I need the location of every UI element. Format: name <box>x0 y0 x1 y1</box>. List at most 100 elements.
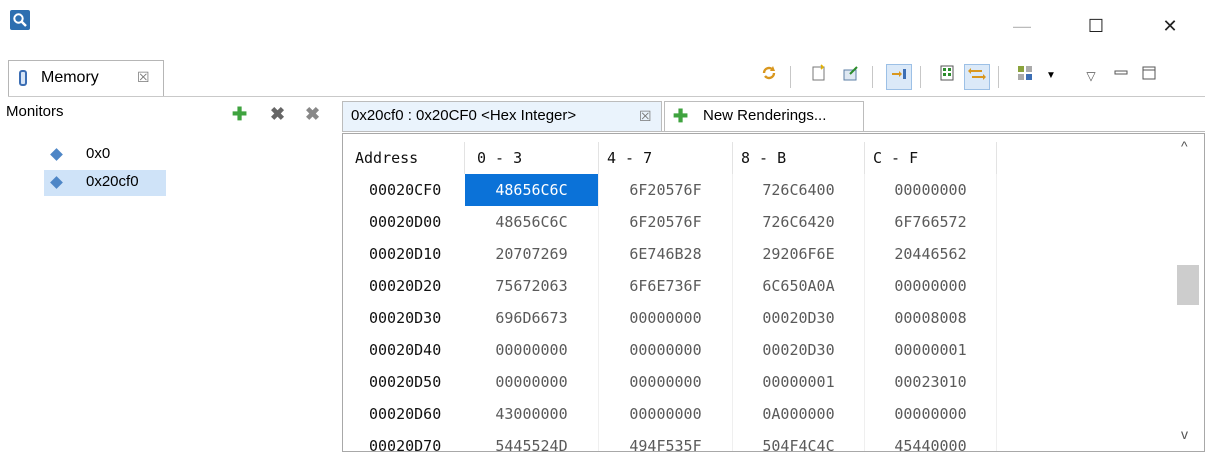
address-cell: 00020D50 <box>369 373 442 391</box>
plus-icon: ✚ <box>673 106 689 126</box>
memory-cell[interactable]: 43000000 <box>465 398 599 430</box>
memory-cell[interactable]: 6F20576F <box>599 206 733 238</box>
column-header[interactable]: Address <box>355 142 465 174</box>
view-tab-memory[interactable]: Memory ☒ <box>8 60 164 96</box>
address-cell: 00020D60 <box>369 405 442 423</box>
dropdown-icon[interactable]: ▼ <box>1038 64 1064 90</box>
new-file-icon[interactable] <box>806 64 832 90</box>
column-header[interactable]: 4 - 7 <box>599 142 733 174</box>
toolbar-separator <box>998 66 999 88</box>
memory-cell[interactable]: 6F766572 <box>865 206 997 238</box>
memory-cell[interactable]: 00000000 <box>865 270 997 302</box>
table-row: 00020D30 696D6673 00000000 00020D30 00008008 <box>343 302 1173 334</box>
memory-cell[interactable]: 00000000 <box>465 334 599 366</box>
vertical-scrollbar[interactable]: ^ v <box>1170 134 1204 451</box>
view-menu-icon[interactable]: ▽ <box>1078 64 1104 90</box>
scroll-thumb[interactable] <box>1177 265 1199 305</box>
monitors-title: Monitors <box>6 103 64 120</box>
memory-cell[interactable]: 726C6420 <box>733 206 865 238</box>
memory-cell[interactable]: 45440000 <box>865 430 997 451</box>
column-header[interactable]: 8 - B <box>733 142 865 174</box>
tab-new-renderings[interactable]: ✚ New Renderings... <box>664 101 864 131</box>
close-view-icon[interactable]: ☒ <box>137 69 150 86</box>
tab-hex-integer[interactable]: 0x20cf0 : 0x20CF0 <Hex Integer> ☒ <box>342 101 662 131</box>
table-row: 00020D40 00000000 00000000 00020D30 00000001 <box>343 334 1173 366</box>
column-header[interactable]: C - F <box>865 142 997 174</box>
close-tab-icon[interactable]: ☒ <box>639 102 652 130</box>
remove-all-monitors-icon[interactable]: ✖ <box>305 105 320 123</box>
memory-cell[interactable]: 00000000 <box>599 398 733 430</box>
magnifier-icon <box>10 10 30 30</box>
address-cell: 00020CF0 <box>369 181 442 199</box>
table-row: 00020D20 75672063 6F6E736F 6C650A0A 00000000 <box>343 270 1173 302</box>
memory-cell[interactable]: 726C6400 <box>733 174 865 206</box>
toolbar-separator <box>920 66 921 88</box>
monitor-diamond-icon <box>50 176 63 189</box>
memory-cell[interactable]: 696D6673 <box>465 302 599 334</box>
memory-cell[interactable]: 504F4C4C <box>733 430 865 451</box>
view-tab-label: Memory <box>41 69 99 86</box>
export-icon[interactable] <box>838 64 864 90</box>
memory-table: Address 0 - 3 4 - 7 8 - B C - F 00020CF0… <box>342 133 1205 452</box>
tab-hex-integer-label: 0x20cf0 : 0x20CF0 <Hex Integer> <box>351 107 577 124</box>
memory-cell[interactable]: 20446562 <box>865 238 997 270</box>
maximize-button[interactable]: ☐ <box>1076 14 1116 38</box>
address-cell: 00020D20 <box>369 277 442 295</box>
remove-monitor-icon[interactable]: ✖ <box>270 105 285 123</box>
memory-cell[interactable]: 00000000 <box>465 366 599 398</box>
title-bar: — ☐ ✕ <box>0 0 1205 58</box>
table-row: 00020D70 5445524D 494F535F 504F4C4C 45440000 <box>343 430 1173 452</box>
memory-cell[interactable]: 00000000 <box>865 174 997 206</box>
maximize-view-icon[interactable] <box>1136 64 1162 90</box>
memory-cell[interactable]: 20707269 <box>465 238 599 270</box>
memory-cell[interactable]: 0A000000 <box>733 398 865 430</box>
close-button[interactable]: ✕ <box>1150 14 1190 38</box>
monitor-item-label: 0x20cf0 <box>86 173 139 190</box>
minimize-view-icon[interactable] <box>1108 64 1134 90</box>
memory-cell[interactable]: 00000001 <box>733 366 865 398</box>
memory-cell[interactable]: 494F535F <box>599 430 733 451</box>
table-row: 00020D10 20707269 6E746B28 29206F6E 20446562 <box>343 238 1173 270</box>
memory-cell[interactable]: 00020D30 <box>733 334 865 366</box>
scroll-down-icon[interactable]: v <box>1181 426 1188 442</box>
memory-cell[interactable]: 00000000 <box>865 398 997 430</box>
memory-cell[interactable]: 00000001 <box>865 334 997 366</box>
address-cell: 00020D30 <box>369 309 442 327</box>
memory-cell[interactable]: 5445524D <box>465 430 599 451</box>
scroll-up-icon[interactable]: ^ <box>1181 138 1188 154</box>
memory-cell[interactable]: 00000000 <box>599 302 733 334</box>
memory-cell[interactable]: 29206F6E <box>733 238 865 270</box>
view-bar: Memory ☒ ▼ ▽ <box>8 60 1205 97</box>
memory-cell[interactable]: 6C650A0A <box>733 270 865 302</box>
address-cell: 00020D10 <box>369 245 442 263</box>
memory-cell[interactable]: 00000000 <box>599 366 733 398</box>
monitor-item-selected[interactable]: 0x20cf0 <box>44 170 166 196</box>
swap-icon[interactable] <box>964 64 990 90</box>
monitor-item-label: 0x0 <box>86 145 111 162</box>
address-cell: 00020D70 <box>369 437 442 452</box>
table-header: Address 0 - 3 4 - 7 8 - B C - F <box>343 142 1173 174</box>
tab-new-renderings-label: New Renderings... <box>703 107 827 124</box>
rendering-tabs: 0x20cf0 : 0x20CF0 <Hex Integer> ☒ ✚ New … <box>342 101 1205 132</box>
memory-cell[interactable]: 00000000 <box>599 334 733 366</box>
memory-cell[interactable]: 75672063 <box>465 270 599 302</box>
link-icon[interactable] <box>886 64 912 90</box>
memory-cell[interactable]: 00023010 <box>865 366 997 398</box>
memory-cell[interactable]: 6F20576F <box>599 174 733 206</box>
layout-icon[interactable] <box>1012 64 1038 90</box>
columns-icon[interactable] <box>934 64 960 90</box>
column-header[interactable]: 0 - 3 <box>465 142 599 174</box>
add-monitor-icon[interactable]: ✚ <box>232 105 247 123</box>
monitors-header: Monitors ✚ ✖ ✖ <box>0 97 342 129</box>
monitor-item[interactable]: 0x0 <box>44 142 164 168</box>
memory-cell[interactable]: 6F6E736F <box>599 270 733 302</box>
memory-cell[interactable]: 00020D30 <box>733 302 865 334</box>
memory-cell-selected[interactable]: 48656C6C <box>465 174 599 206</box>
toolbar-separator <box>790 66 791 88</box>
memory-cell[interactable]: 48656C6C <box>465 206 599 238</box>
memory-cell[interactable]: 6E746B28 <box>599 238 733 270</box>
memory-cell[interactable]: 00008008 <box>865 302 997 334</box>
minimize-button[interactable]: — <box>1002 14 1042 38</box>
refresh-icon[interactable] <box>756 64 782 90</box>
address-cell: 00020D00 <box>369 213 442 231</box>
